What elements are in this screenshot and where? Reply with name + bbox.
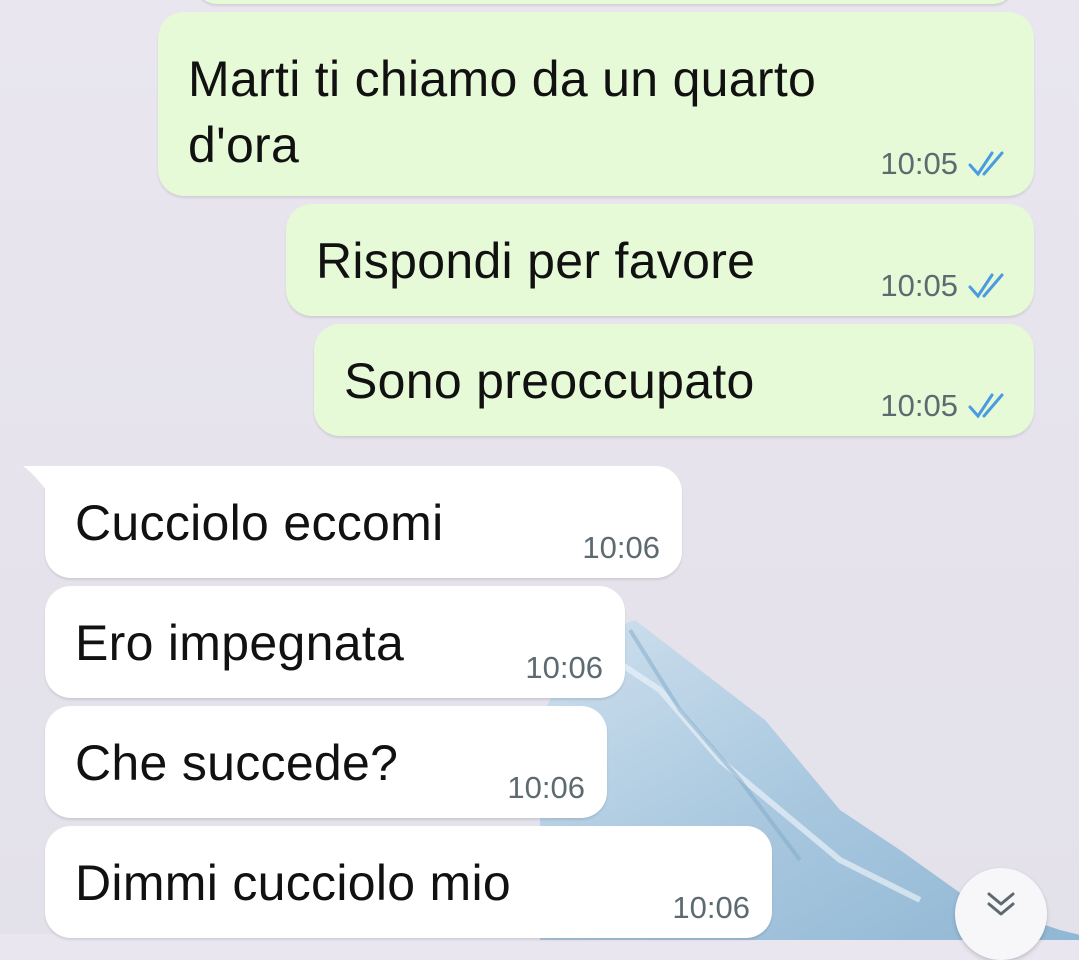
message-bubble-incoming[interactable]: Ero impegnata 10:06 — [45, 586, 625, 698]
message-time: 10:06 — [672, 890, 750, 925]
message-time: 10:05 — [880, 146, 958, 181]
double-check-icon — [968, 151, 1004, 177]
double-check-icon — [968, 393, 1004, 419]
message-meta: 10:06 — [582, 530, 660, 566]
message-text: Che succede? — [75, 735, 399, 791]
message-time: 10:05 — [880, 268, 958, 303]
chevron-double-down-icon — [987, 892, 1015, 916]
message-time: 10:05 — [880, 388, 958, 423]
message-bubble-incoming[interactable]: Cucciolo eccomi 10:06 — [23, 466, 682, 578]
message-text: Rispondi per favore — [316, 233, 756, 289]
message-text: Sono preoccupato — [344, 353, 755, 409]
message-meta: 10:06 — [672, 890, 750, 926]
message-text: Cucciolo eccomi — [75, 495, 444, 551]
message-text: Ero impegnata — [75, 615, 405, 671]
message-time: 10:06 — [525, 650, 603, 685]
message-bubble-outgoing[interactable]: Marti ti chiamo da un quarto d'ora 10:05 — [158, 12, 1034, 196]
message-time: 10:06 — [507, 770, 585, 805]
message-meta: 10:06 — [525, 650, 603, 686]
previous-message-bubble[interactable] — [195, 0, 1015, 4]
scroll-to-bottom-button[interactable] — [955, 868, 1047, 960]
double-check-icon — [968, 273, 1004, 299]
message-bubble-outgoing[interactable]: Sono preoccupato 10:05 — [314, 324, 1034, 436]
message-meta: 10:05 — [880, 268, 1010, 304]
message-meta: 10:06 — [507, 770, 585, 806]
message-bubble-incoming[interactable]: Dimmi cucciolo mio 10:06 — [45, 826, 772, 938]
message-bubble-outgoing[interactable]: Rispondi per favore 10:05 — [286, 204, 1034, 316]
message-text: Dimmi cucciolo mio — [75, 855, 512, 911]
message-time: 10:06 — [582, 530, 660, 565]
message-bubble-incoming[interactable]: Che succede? 10:06 — [45, 706, 607, 818]
message-meta: 10:05 — [880, 146, 1010, 182]
message-meta: 10:05 — [880, 388, 1010, 424]
bubble-tail — [23, 466, 53, 500]
